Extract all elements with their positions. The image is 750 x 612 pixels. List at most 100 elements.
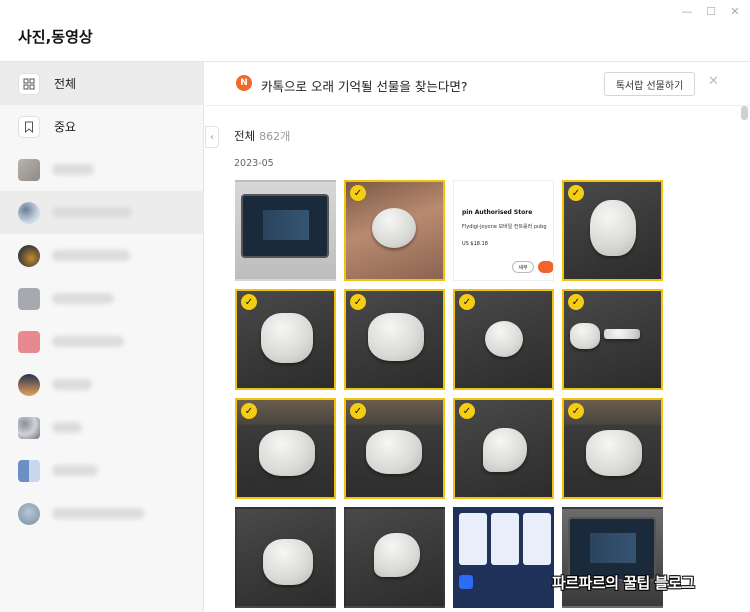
media-thumb[interactable]: ✓	[453, 398, 554, 499]
media-thumb[interactable]: pin Authorised Store Flydigi-joyone 모바일 …	[453, 180, 554, 281]
app-screenshot-panel	[523, 513, 551, 565]
sidebar-item-all[interactable]: 전체	[0, 62, 203, 105]
media-thumb[interactable]: ✓	[344, 180, 445, 281]
chat-room-item[interactable]	[0, 406, 203, 449]
grid-icon	[18, 72, 40, 95]
new-badge: N	[236, 75, 252, 91]
date-group-label: 2023-05	[234, 158, 274, 169]
check-icon[interactable]: ✓	[241, 403, 257, 419]
check-icon[interactable]: ✓	[350, 294, 366, 310]
media-thumb[interactable]	[344, 507, 445, 608]
sidebar: 전체 중요	[0, 62, 204, 612]
chat-avatar	[18, 158, 40, 181]
chat-avatar	[18, 201, 40, 224]
media-content: 전체 862개 2023-05 ✓ pin Authorised Store Fl…	[205, 106, 741, 612]
media-count: 862개	[259, 130, 291, 143]
app-screenshot-panel	[459, 513, 487, 565]
chat-avatar	[18, 502, 40, 525]
promo-banner: N 카톡으로 오래 기억될 선물을 찾는다면? 톡서랍 선물하기 ✕	[205, 62, 750, 106]
check-icon[interactable]: ✓	[459, 294, 475, 310]
controller-photo	[259, 430, 315, 476]
blog-watermark: 파르파르의 꿀팁 블로그	[552, 574, 695, 592]
controller-photo	[372, 208, 416, 248]
chat-avatar	[18, 459, 40, 482]
close-icon[interactable]: ✕	[708, 74, 719, 89]
blurred-chat-name	[52, 336, 124, 347]
chat-avatar	[18, 287, 40, 310]
sidebar-item-important[interactable]: 중요	[0, 105, 203, 148]
app-icon	[459, 575, 473, 589]
chat-avatar	[18, 330, 40, 353]
controller-photo	[263, 539, 313, 585]
media-thumb[interactable]: ✓	[344, 398, 445, 499]
blurred-chat-name	[52, 207, 132, 218]
banner-text: 카톡으로 오래 기억될 선물을 찾는다면?	[261, 79, 468, 94]
media-thumb[interactable]: ✓	[562, 180, 663, 281]
media-thumb[interactable]: ✓	[235, 289, 336, 390]
check-icon[interactable]: ✓	[568, 403, 584, 419]
bookmark-icon	[18, 115, 40, 138]
media-thumb[interactable]	[453, 507, 554, 608]
controller-photo	[485, 321, 523, 357]
controller-photo	[604, 329, 640, 339]
chat-room-item[interactable]	[0, 320, 203, 363]
window-controls: — ☐ ✕	[680, 4, 742, 18]
chat-room-item[interactable]	[0, 148, 203, 191]
store-title: pin Authorised Store	[462, 209, 533, 216]
media-thumb[interactable]	[235, 507, 336, 608]
controller-photo	[570, 323, 600, 349]
store-detail-button: 세부	[512, 261, 534, 273]
check-icon[interactable]: ✓	[568, 294, 584, 310]
chat-room-item[interactable]	[0, 492, 203, 535]
check-icon[interactable]: ✓	[459, 403, 475, 419]
window-title: 사진,동영상	[18, 28, 93, 46]
chat-avatar	[18, 244, 40, 267]
scrollbar-thumb[interactable]	[741, 106, 748, 120]
gift-drawer-button[interactable]: 톡서랍 선물하기	[604, 72, 695, 96]
chat-room-item[interactable]	[0, 449, 203, 492]
blurred-chat-name	[52, 508, 144, 519]
chat-room-item[interactable]	[0, 234, 203, 277]
controller-photo	[586, 430, 642, 476]
chat-avatar	[18, 416, 40, 439]
blurred-chat-name	[52, 422, 82, 433]
chat-room-item[interactable]	[0, 191, 203, 234]
blurred-chat-name	[52, 293, 114, 304]
sidebar-item-label: 전체	[54, 77, 77, 91]
controller-photo	[590, 200, 636, 256]
check-icon[interactable]: ✓	[241, 294, 257, 310]
controller-photo	[483, 428, 527, 472]
blurred-chat-name	[52, 379, 92, 390]
section-heading: 전체 862개	[234, 128, 290, 144]
app-screenshot-panel	[491, 513, 519, 565]
controller-photo	[261, 313, 313, 363]
media-thumb[interactable]: ✓	[453, 289, 554, 390]
chat-room-item[interactable]	[0, 363, 203, 406]
check-icon[interactable]: ✓	[350, 403, 366, 419]
blurred-chat-name	[52, 164, 94, 175]
controller-photo	[368, 313, 424, 361]
check-icon[interactable]: ✓	[350, 185, 366, 201]
chat-room-item[interactable]	[0, 277, 203, 320]
store-price: US $18.18	[462, 241, 488, 247]
store-product: Flydigi-joyone 모바일 컨트롤러 pubg	[462, 224, 547, 230]
check-icon[interactable]: ✓	[568, 185, 584, 201]
maximize-icon[interactable]: ☐	[704, 4, 718, 18]
store-buy-button	[538, 261, 553, 273]
heading-title: 전체	[234, 129, 256, 143]
sidebar-item-label: 중요	[54, 120, 77, 134]
media-thumb[interactable]: ✓	[235, 398, 336, 499]
phone-photo	[241, 194, 329, 258]
media-grid: ✓ pin Authorised Store Flydigi-joyone 모바…	[235, 180, 665, 608]
blurred-chat-name	[52, 465, 98, 476]
minimize-icon[interactable]: —	[680, 4, 694, 18]
blurred-chat-name	[52, 250, 130, 261]
close-icon[interactable]: ✕	[728, 4, 742, 18]
controller-photo	[374, 533, 420, 577]
media-thumb[interactable]	[235, 180, 336, 281]
media-thumb[interactable]: ✓	[344, 289, 445, 390]
controller-photo	[366, 430, 422, 474]
chat-avatar	[18, 373, 40, 396]
media-thumb[interactable]: ✓	[562, 289, 663, 390]
media-thumb[interactable]: ✓	[562, 398, 663, 499]
